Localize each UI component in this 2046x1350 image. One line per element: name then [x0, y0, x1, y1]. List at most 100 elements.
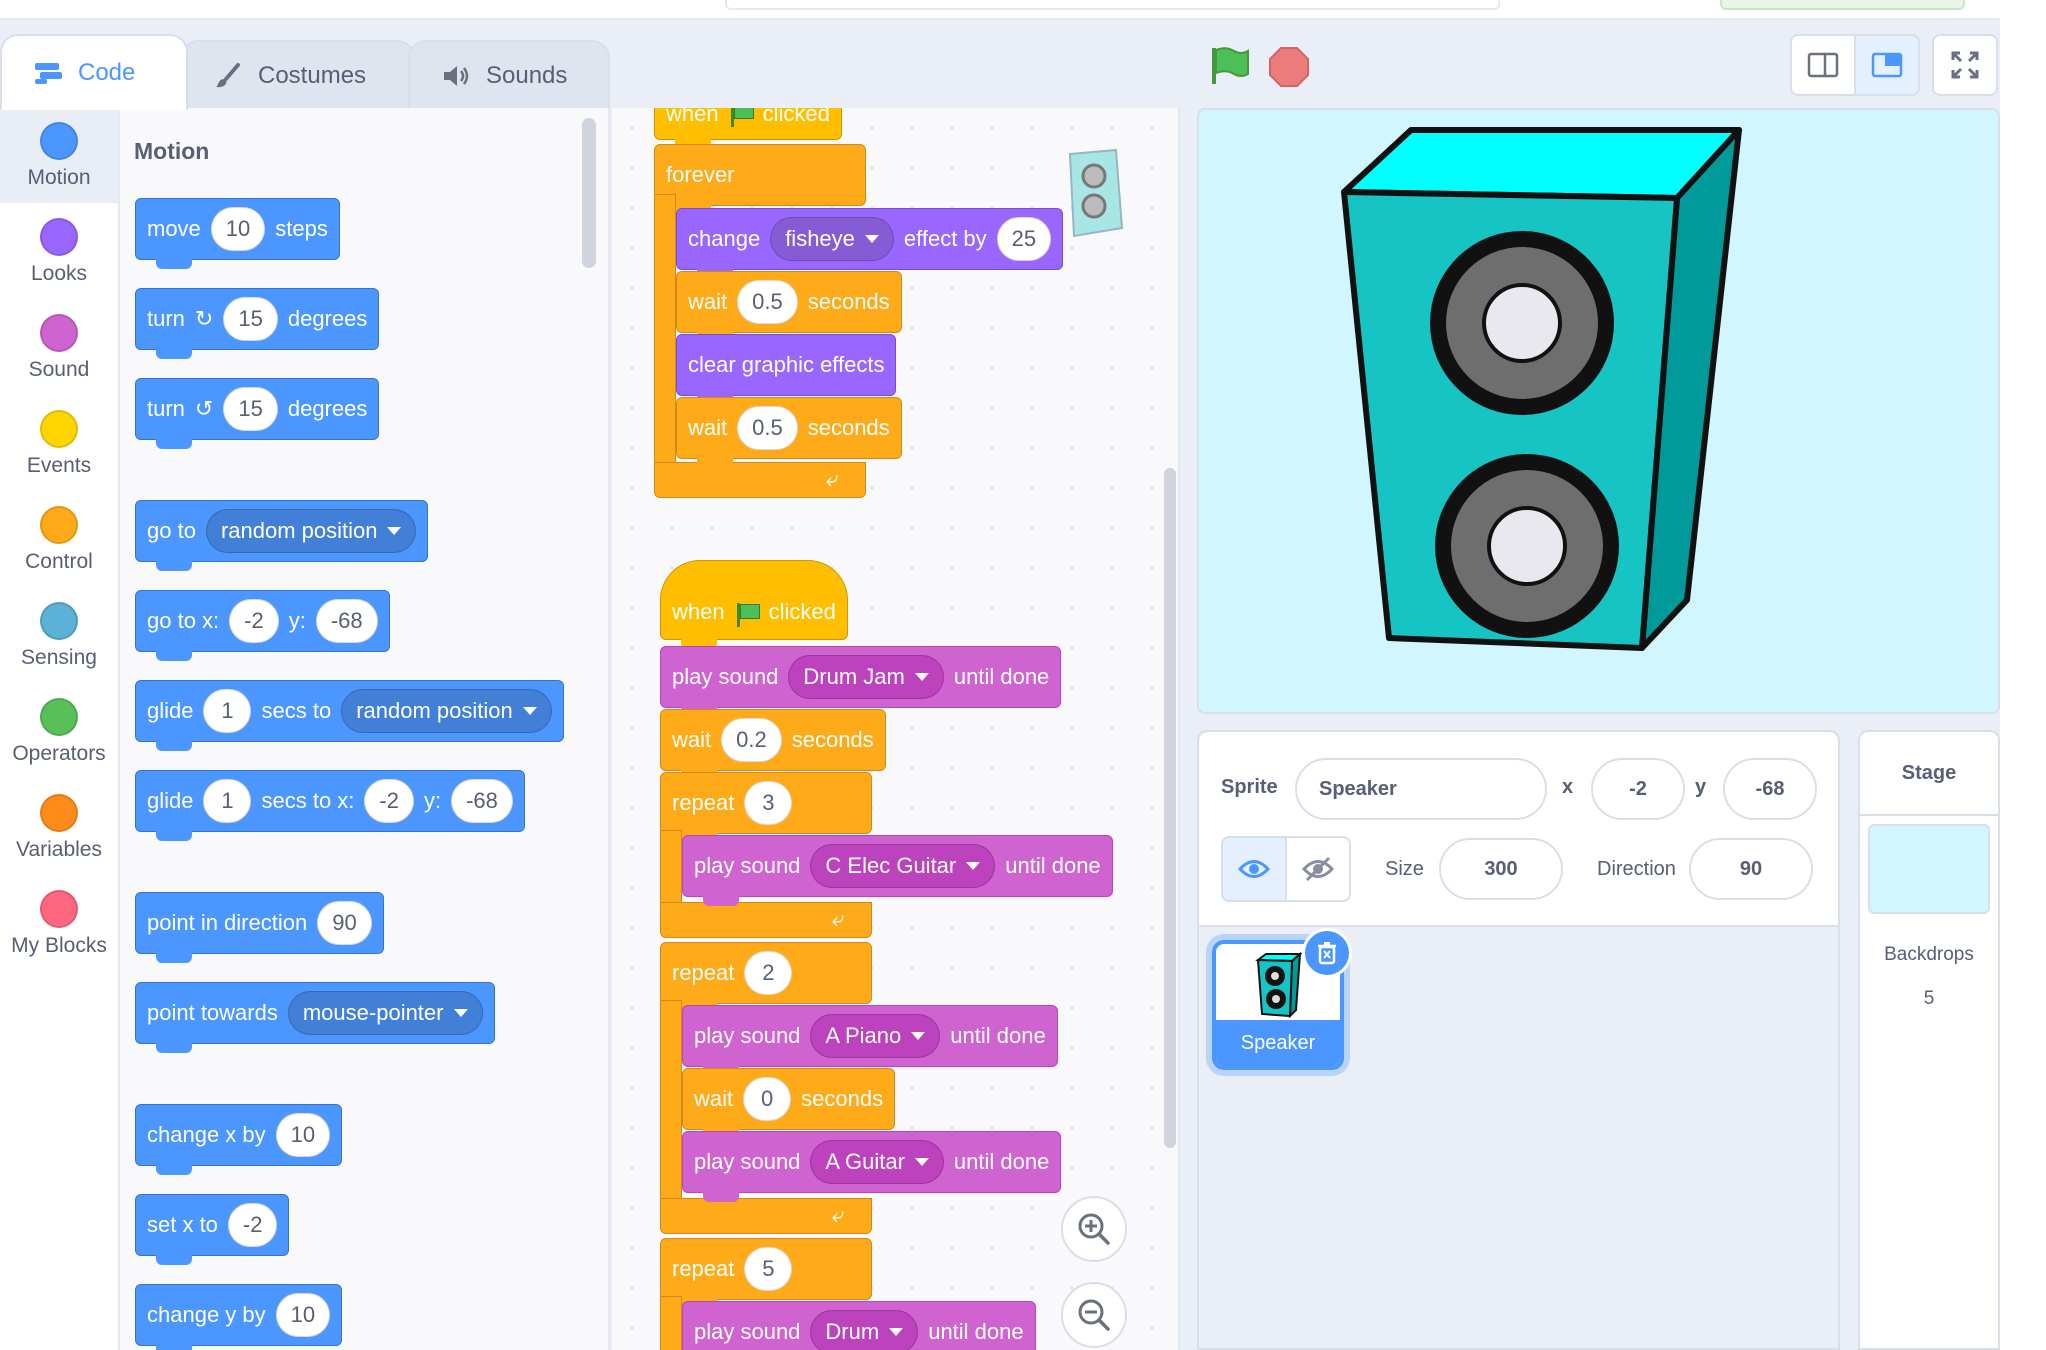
move-steps-block[interactable]: move 10 steps	[135, 198, 340, 269]
y-input[interactable]: -68	[315, 599, 378, 643]
repeat-count-input[interactable]: 2	[744, 951, 793, 995]
repeat-count-input[interactable]: 5	[744, 1247, 793, 1291]
speaker-sprite[interactable]	[1199, 110, 2000, 714]
target-dropdown[interactable]: random position	[341, 689, 552, 733]
play-sound-until-done-block[interactable]: play sound Drum Jam until done	[660, 646, 1062, 717]
change-x-block[interactable]: change x by 10	[135, 1104, 343, 1175]
show-sprite-button[interactable]	[1221, 836, 1287, 902]
repeat-count-input[interactable]: 3	[744, 781, 793, 825]
size-field[interactable]: 300	[1439, 838, 1563, 900]
glide-to-block[interactable]: glide 1 secs to random position	[135, 680, 564, 751]
stop-button[interactable]	[1268, 46, 1309, 87]
tab-label: Sounds	[486, 62, 568, 89]
degrees-input[interactable]: 15	[223, 387, 278, 431]
stage-selector[interactable]: Stage Backdrops 5	[1858, 730, 2000, 1350]
secs-input[interactable]: 1	[203, 689, 252, 733]
when-flag-clicked-hat[interactable]: when clicked	[660, 560, 848, 649]
x-input[interactable]: -2	[229, 599, 279, 643]
zoom-out-button[interactable]	[1061, 1282, 1127, 1348]
large-stage-button[interactable]	[1854, 34, 1920, 96]
sound-dropdown[interactable]: A Guitar	[810, 1140, 944, 1184]
block-text: secs to	[261, 698, 332, 723]
tab-code[interactable]: Code	[0, 34, 188, 110]
green-flag-button[interactable]	[1208, 44, 1249, 84]
point-towards-block[interactable]: point towards mouse-pointer	[135, 982, 495, 1053]
go-to-block[interactable]: go to random position	[135, 500, 429, 571]
tab-costumes[interactable]: Costumes	[180, 40, 415, 110]
direction-field[interactable]: 90	[1689, 838, 1813, 900]
change-effect-block[interactable]: change fisheye effect by 25	[676, 208, 1064, 279]
sprite-name-field[interactable]: Speaker	[1295, 758, 1547, 820]
category-sound[interactable]: Sound	[0, 300, 118, 395]
wait-block[interactable]: wait 0.2 seconds	[660, 709, 886, 780]
sound-dropdown[interactable]: A Piano	[810, 1014, 941, 1058]
x-field[interactable]: -2	[1591, 758, 1685, 820]
sound-dropdown[interactable]: Drum	[810, 1310, 919, 1350]
target-dropdown[interactable]: random position	[205, 509, 417, 553]
repeat-header: repeat 2	[660, 942, 872, 1013]
eye-slash-icon	[1302, 856, 1334, 882]
turn-left-block[interactable]: turn ↺ 15 degrees	[135, 378, 380, 449]
fullscreen-button[interactable]	[1932, 34, 1998, 96]
effect-dropdown[interactable]: fisheye	[770, 217, 894, 261]
wait-block[interactable]: wait 0 seconds	[682, 1068, 896, 1139]
secs-input[interactable]: 1	[203, 779, 252, 823]
category-events[interactable]: Events	[0, 396, 118, 491]
script-scrollbar[interactable]	[1164, 468, 1176, 1148]
glide-to-xy-block[interactable]: glide 1 secs to x: -2 y: -68	[135, 770, 525, 841]
effect-amount-input[interactable]: 25	[996, 217, 1052, 261]
category-control[interactable]: Control	[0, 492, 118, 587]
block-text: forever	[666, 162, 735, 187]
amount-input[interactable]: 10	[275, 1113, 331, 1157]
sound-dropdown[interactable]: Drum Jam	[788, 655, 944, 699]
y-field[interactable]: -68	[1723, 758, 1817, 820]
small-stage-button[interactable]	[1790, 34, 1856, 96]
project-title-field[interactable]	[725, 0, 1500, 10]
sound-dropdown[interactable]: C Elec Guitar	[810, 844, 996, 888]
hide-sprite-button[interactable]	[1285, 836, 1351, 902]
target-dropdown[interactable]: mouse-pointer	[287, 991, 483, 1035]
seconds-input[interactable]: 0.5	[737, 406, 798, 450]
direction-input[interactable]: 90	[317, 901, 372, 945]
palette-scrollbar[interactable]	[582, 118, 596, 268]
when-flag-clicked-hat[interactable]: when clicked	[654, 108, 842, 149]
point-in-direction-block[interactable]: point in direction 90	[135, 892, 384, 963]
wait-block[interactable]: wait 0.5 seconds	[676, 271, 902, 342]
change-y-block[interactable]: change y by 10	[135, 1284, 343, 1350]
y-input[interactable]: -68	[451, 779, 513, 823]
seconds-input[interactable]: 0.2	[721, 718, 782, 762]
category-looks[interactable]: Looks	[0, 204, 118, 299]
turn-right-block[interactable]: turn ↻ 15 degrees	[135, 288, 380, 359]
category-motion[interactable]: Motion	[0, 108, 118, 203]
zoom-in-button[interactable]	[1061, 1196, 1127, 1262]
share-button[interactable]	[1720, 0, 1965, 10]
play-sound-until-done-block[interactable]: play sound A Piano until done	[682, 1005, 1058, 1076]
category-my-blocks[interactable]: My Blocks	[0, 876, 118, 971]
play-sound-until-done-block[interactable]: play sound Drum until done	[682, 1301, 1036, 1350]
wait-block[interactable]: wait 0.5 seconds	[676, 397, 902, 468]
degrees-input[interactable]: 15	[223, 297, 278, 341]
block-text: point in direction	[147, 910, 308, 935]
category-sensing[interactable]: Sensing	[0, 588, 118, 683]
repeat-arm	[660, 1000, 682, 1200]
play-sound-until-done-block[interactable]: play sound A Guitar until done	[682, 1131, 1062, 1202]
play-sound-until-done-block[interactable]: play sound C Elec Guitar until done	[682, 835, 1113, 906]
tab-sounds[interactable]: Sounds	[408, 40, 610, 110]
clear-graphic-effects-block[interactable]: clear graphic effects	[676, 334, 897, 405]
set-x-block[interactable]: set x to -2	[135, 1194, 290, 1265]
category-operators[interactable]: Operators	[0, 684, 118, 779]
go-to-xy-block[interactable]: go to x: -2 y: -68	[135, 590, 390, 661]
script-area[interactable]: when clicked forever ⤶ change fisheye ef…	[612, 108, 1180, 1350]
dropdown-value: A Piano	[825, 1023, 902, 1048]
category-variables[interactable]: Variables	[0, 780, 118, 875]
seconds-input[interactable]: 0.5	[737, 280, 798, 324]
stage-thumbnail[interactable]	[1868, 824, 1990, 914]
seconds-input[interactable]: 0	[743, 1077, 792, 1121]
delete-sprite-button[interactable]	[1302, 928, 1352, 978]
stage-canvas[interactable]	[1197, 108, 2000, 714]
x-input[interactable]: -2	[227, 1203, 278, 1247]
sprite-info-panel: Sprite Speaker x -2 y -68 Size 300 Direc…	[1199, 732, 1838, 927]
x-input[interactable]: -2	[364, 779, 414, 823]
steps-input[interactable]: 10	[210, 207, 266, 251]
amount-input[interactable]: 10	[275, 1293, 331, 1337]
